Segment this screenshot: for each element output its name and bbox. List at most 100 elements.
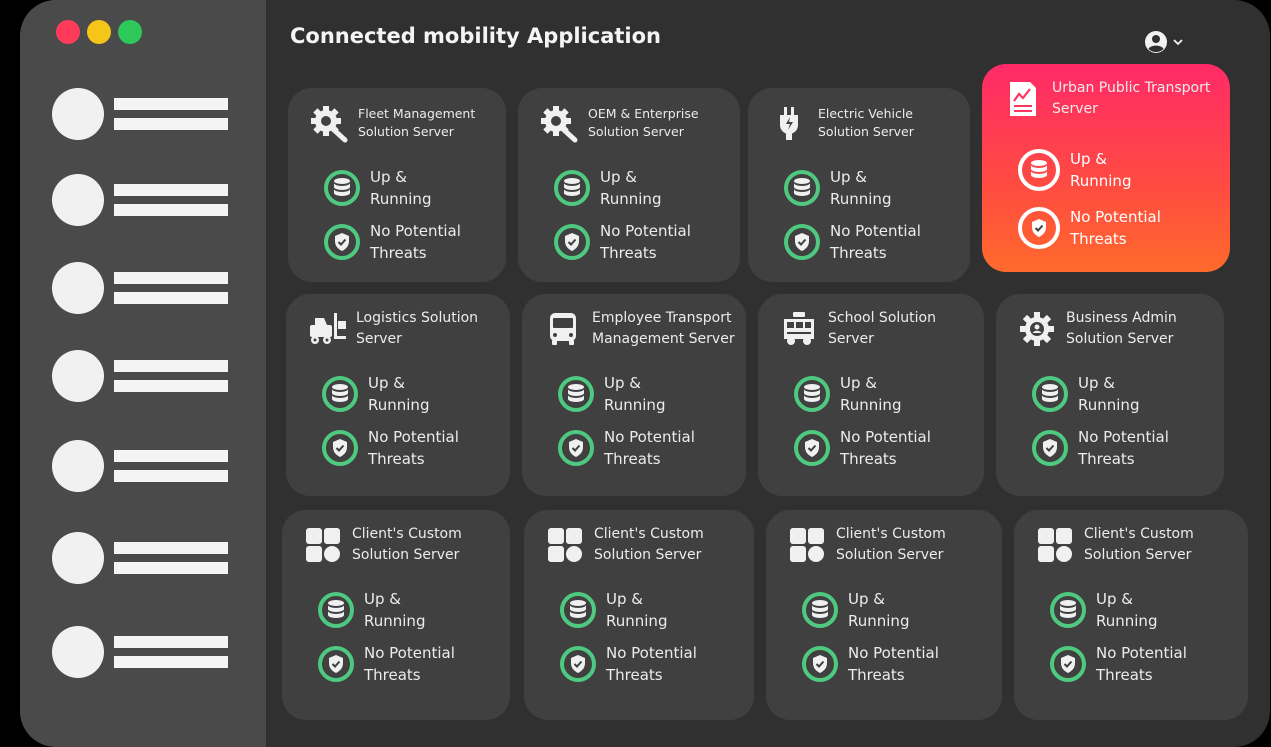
status-label: No Potential Threats xyxy=(1078,428,1169,468)
avatar xyxy=(52,440,104,492)
status-ring xyxy=(1018,149,1060,191)
shield-check-icon xyxy=(795,233,809,251)
user-menu[interactable] xyxy=(1144,30,1184,54)
card-title: Client's Custom Solution Server xyxy=(1084,526,1194,563)
card-header: Urban Public Transport Server xyxy=(1002,78,1222,120)
server-card[interactable]: Business Admin Solution Server Up & Runn… xyxy=(996,294,1224,496)
status-ring xyxy=(558,376,594,412)
maximize-window-button[interactable] xyxy=(118,20,142,44)
status-label: Up & Running xyxy=(830,168,892,208)
shield-check-icon xyxy=(1061,655,1075,673)
user-circle-icon xyxy=(1145,31,1167,53)
status-ring xyxy=(324,224,360,260)
card-header: Client's Custom Solution Server xyxy=(786,524,994,566)
card-title: Electric Vehicle Solution Server xyxy=(818,106,914,139)
status-ring xyxy=(784,170,820,206)
sidebar-item-7[interactable] xyxy=(52,626,252,680)
database-icon xyxy=(1031,160,1047,178)
database-icon xyxy=(570,600,586,618)
sidebar-item-5[interactable] xyxy=(52,440,252,494)
status-running: Up & Running xyxy=(324,166,470,210)
status-threats: No Potential Threats xyxy=(794,426,940,470)
status-ring xyxy=(560,592,596,628)
grid-shapes-icon xyxy=(302,524,344,566)
text-placeholder xyxy=(114,542,228,554)
sidebar-item-4[interactable] xyxy=(52,350,252,404)
shield-check-icon xyxy=(329,655,343,673)
status-ring xyxy=(1050,592,1086,628)
sidebar xyxy=(20,0,266,747)
avatar xyxy=(52,532,104,584)
status-ring xyxy=(1032,430,1068,466)
gear-wrench-icon xyxy=(308,102,350,144)
status-label: No Potential Threats xyxy=(604,428,695,468)
database-icon xyxy=(1042,384,1058,402)
text-placeholder xyxy=(114,470,228,482)
minimize-window-button[interactable] xyxy=(87,20,111,44)
server-card[interactable]: Urban Public Transport Server Up & Runni… xyxy=(982,64,1230,272)
status-running: Up & Running xyxy=(558,372,704,416)
avatar xyxy=(52,262,104,314)
server-card[interactable]: Client's Custom Solution Server Up & Run… xyxy=(282,510,510,720)
card-title: School Solution Server xyxy=(828,310,936,347)
document-chart-icon xyxy=(1002,78,1044,120)
database-icon xyxy=(568,384,584,402)
card-title: Client's Custom Solution Server xyxy=(352,526,462,563)
close-window-button[interactable] xyxy=(56,20,80,44)
server-card[interactable]: Client's Custom Solution Server Up & Run… xyxy=(1014,510,1248,720)
status-label: Up & Running xyxy=(600,168,662,208)
card-title: Fleet Management Solution Server xyxy=(358,106,476,139)
server-card[interactable]: Fleet Management Solution Server Up & Ru… xyxy=(288,88,506,282)
status-label: No Potential Threats xyxy=(364,644,455,684)
page-title: Connected mobility Application xyxy=(290,24,661,48)
status-running: Up & Running xyxy=(554,166,700,210)
status-ring xyxy=(784,224,820,260)
status-label: No Potential Threats xyxy=(830,222,921,262)
status-threats: No Potential Threats xyxy=(1032,426,1178,470)
card-header: Business Admin Solution Server xyxy=(1016,308,1216,350)
server-card[interactable]: Client's Custom Solution Server Up & Run… xyxy=(766,510,1002,720)
card-header: Fleet Management Solution Server xyxy=(308,102,498,144)
server-card[interactable]: Client's Custom Solution Server Up & Run… xyxy=(524,510,754,720)
shield-check-icon xyxy=(1043,439,1057,457)
server-card[interactable]: OEM & Enterprise Solution Server Up & Ru… xyxy=(518,88,740,282)
card-header: Client's Custom Solution Server xyxy=(1034,524,1240,566)
status-label: Up & Running xyxy=(606,590,668,630)
database-icon xyxy=(794,178,810,196)
text-placeholder xyxy=(114,118,228,130)
text-placeholder xyxy=(114,204,228,216)
sidebar-item-3[interactable] xyxy=(52,262,252,316)
server-card[interactable]: Electric Vehicle Solution Server Up & Ru… xyxy=(748,88,970,282)
database-icon xyxy=(564,178,580,196)
status-threats: No Potential Threats xyxy=(324,220,470,264)
status-running: Up & Running xyxy=(318,588,464,632)
grid-shapes-icon xyxy=(544,524,586,566)
server-card[interactable]: School Solution Server Up & Running No P… xyxy=(758,294,984,496)
shield-check-icon xyxy=(569,439,583,457)
status-threats: No Potential Threats xyxy=(560,642,706,686)
sidebar-item-6[interactable] xyxy=(52,532,252,586)
card-header: Logistics Solution Server xyxy=(306,308,502,350)
status-running: Up & Running xyxy=(560,588,706,632)
card-header: OEM & Enterprise Solution Server xyxy=(538,102,732,144)
card-header: Client's Custom Solution Server xyxy=(302,524,502,566)
shield-check-icon xyxy=(333,439,347,457)
window-controls xyxy=(56,20,142,44)
text-placeholder xyxy=(114,292,228,304)
status-label: No Potential Threats xyxy=(840,428,931,468)
status-running: Up & Running xyxy=(322,372,468,416)
status-ring xyxy=(318,592,354,628)
status-ring xyxy=(1018,207,1060,249)
status-ring xyxy=(560,646,596,682)
database-icon xyxy=(1060,600,1076,618)
status-label: Up & Running xyxy=(1096,590,1158,630)
database-icon xyxy=(328,600,344,618)
server-card[interactable]: Logistics Solution Server Up & Running N… xyxy=(286,294,510,496)
text-placeholder xyxy=(114,184,228,196)
shield-check-icon xyxy=(565,233,579,251)
server-card[interactable]: Employee Transport Management Server Up … xyxy=(522,294,746,496)
status-running: Up & Running xyxy=(1018,148,1170,192)
sidebar-item-1[interactable] xyxy=(52,88,252,142)
sidebar-item-2[interactable] xyxy=(52,174,252,228)
shield-check-icon xyxy=(335,233,349,251)
